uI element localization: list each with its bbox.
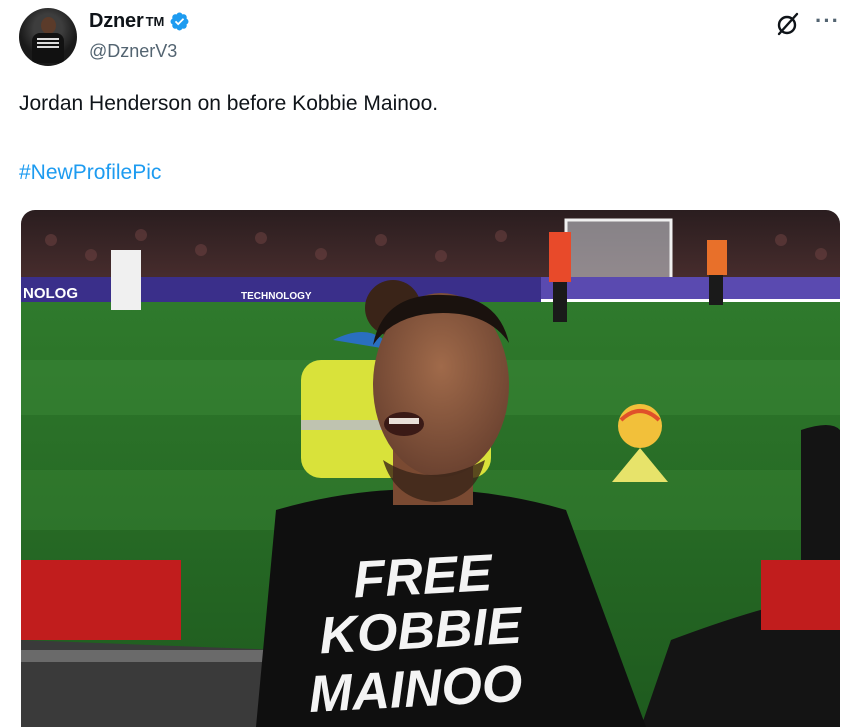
board-text-mid: TECHNOLOGY xyxy=(241,291,312,302)
steward-orange xyxy=(549,232,571,282)
tweet-text: Jordan Henderson on before Kobbie Mainoo… xyxy=(19,92,439,115)
avatar-shirt-text xyxy=(37,38,59,48)
stadium-photo: NOLOG TECHNOLOGY FREE KOBBIE MAINOO xyxy=(21,210,840,727)
steward-orange-2 xyxy=(707,240,727,275)
hashtag-link[interactable]: #NewProfilePic xyxy=(19,161,161,185)
author-display-name[interactable]: Dzner xyxy=(89,10,144,33)
board-text-left: NOLOG xyxy=(23,285,78,302)
author-avatar[interactable] xyxy=(19,8,77,66)
author-handle[interactable]: @DznerV3 xyxy=(89,41,177,62)
grok-icon[interactable] xyxy=(775,11,801,37)
verified-badge-icon[interactable] xyxy=(169,11,190,32)
background-person xyxy=(111,250,141,310)
tweet-media-photo[interactable]: NOLOG TECHNOLOGY FREE KOBBIE MAINOO xyxy=(21,210,840,727)
author-name-row[interactable]: Dzner TM xyxy=(89,10,190,33)
red-jacket-left xyxy=(21,560,181,640)
shirt-line-2: KOBBIE xyxy=(318,597,524,666)
trademark-label: TM xyxy=(145,14,165,29)
avatar-head xyxy=(41,17,56,34)
shirt-line-3: MAINOO xyxy=(307,655,524,724)
more-options-icon[interactable]: ··· xyxy=(815,8,840,34)
